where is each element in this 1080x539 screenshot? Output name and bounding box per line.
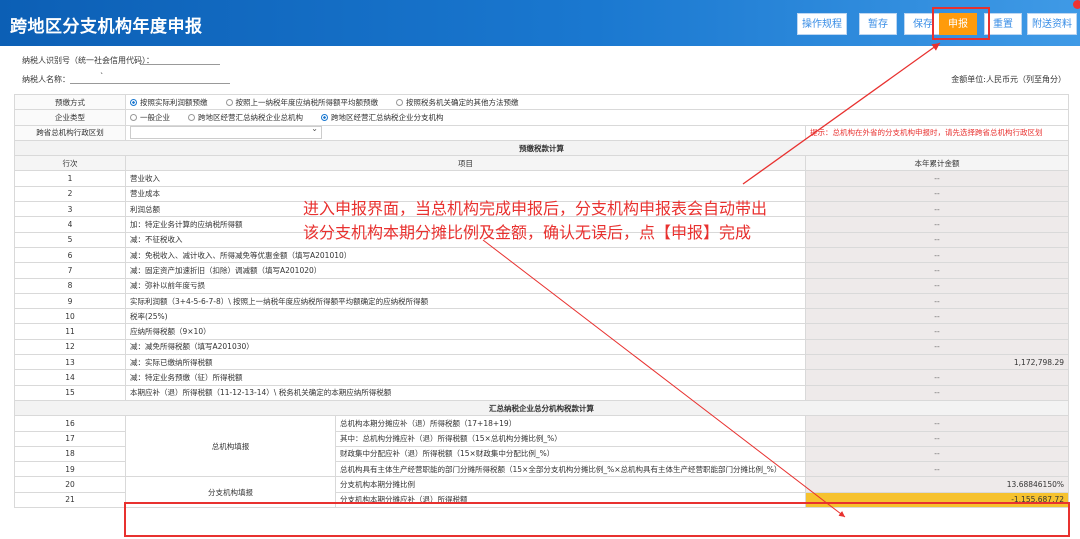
arrow-to-declare-button: [742, 42, 941, 185]
arrow-to-branch-rows: [482, 239, 846, 518]
annotation-line-2: 该分支机构本期分摊比例及金额，确认无误后，点【申报】完成: [303, 223, 752, 242]
annotation-arrows: [482, 42, 941, 518]
annotation-line-1: 进入申报界面，当总机构完成申报后，分支机构申报表会自动带出: [303, 199, 768, 218]
